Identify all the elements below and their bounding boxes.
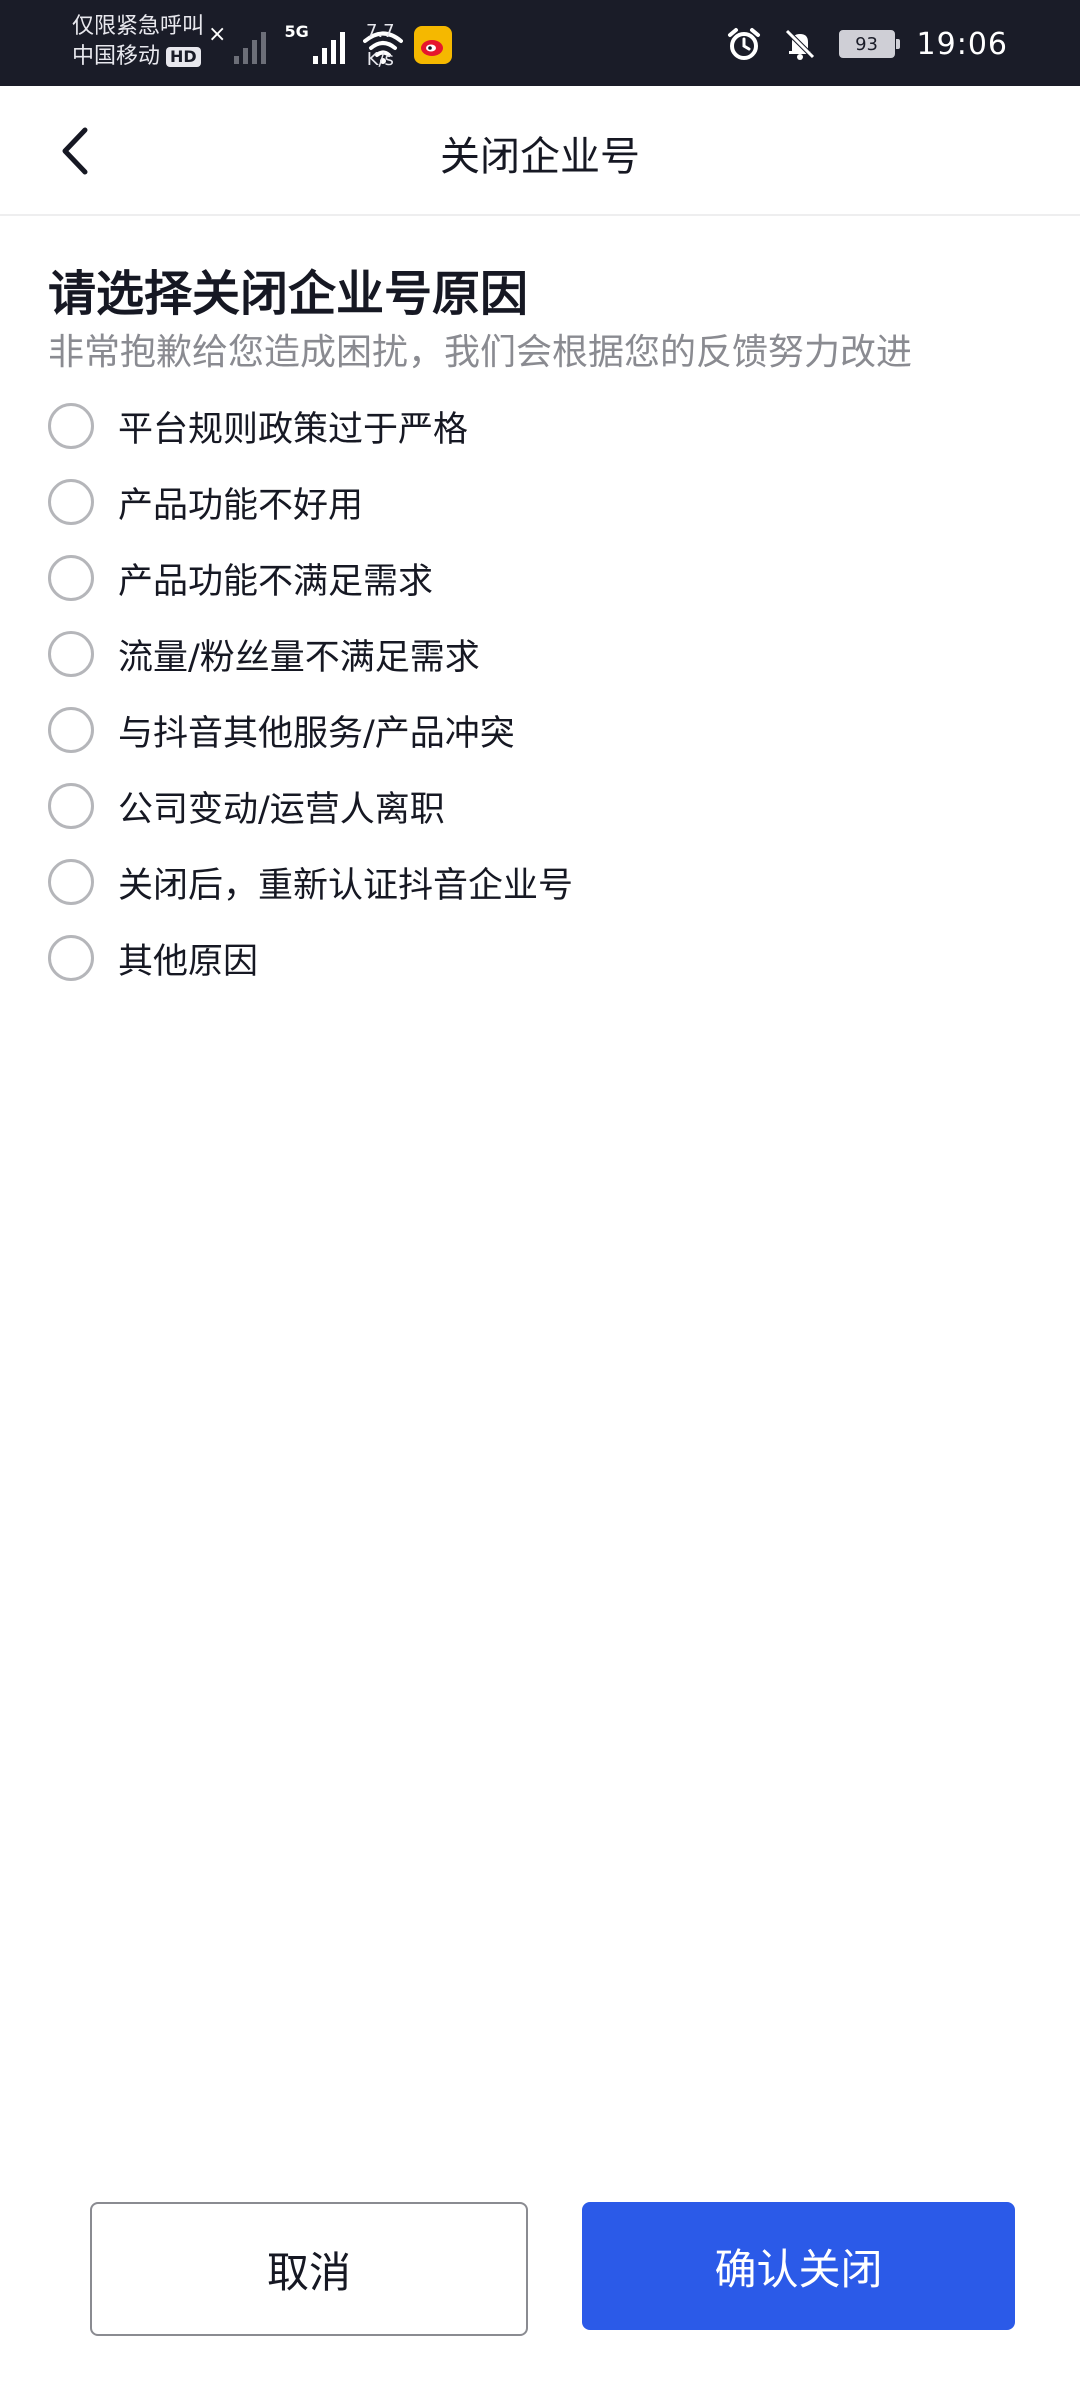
radio-button[interactable]: [48, 859, 94, 905]
option-label: 平台规则政策过于严格: [118, 409, 469, 450]
battery-icon: 93: [838, 30, 900, 58]
emergency-only-text: 仅限紧急呼叫: [72, 14, 205, 39]
radio-button[interactable]: [48, 707, 94, 753]
hd-badge: HD: [166, 47, 201, 67]
option-label: 与抖音其他服务/产品冲突: [118, 713, 515, 754]
signal-icon: [312, 28, 345, 64]
reason-option-recertify[interactable]: 关闭后，重新认证抖音企业号: [48, 844, 1032, 920]
section-heading: 请选择关闭企业号原因: [48, 266, 529, 322]
reason-option-features-insufficient[interactable]: 产品功能不满足需求: [48, 540, 1032, 616]
speed-value: 7.7: [366, 21, 395, 42]
mute-icon: [784, 29, 815, 60]
radio-button[interactable]: [48, 783, 94, 829]
signal-icon: [234, 28, 267, 64]
speed-unit: K/s: [366, 49, 394, 70]
radio-button[interactable]: [48, 935, 94, 981]
radio-button[interactable]: [48, 479, 94, 525]
alarm-icon: [727, 28, 760, 60]
option-label: 公司变动/运营人离职: [118, 789, 445, 830]
battery-level: 93: [855, 33, 878, 55]
status-icons-right: 93 19:06: [727, 22, 1008, 66]
no-signal-icon: ×: [208, 22, 227, 47]
reason-option-service-conflict[interactable]: 与抖音其他服务/产品冲突: [48, 692, 1032, 768]
network-speed: 7.7 K/s: [366, 18, 395, 74]
carrier-info: 仅限紧急呼叫 中国移动 HD: [72, 12, 204, 72]
page-title: 关闭企业号: [440, 134, 640, 180]
reason-option-strict-policy[interactable]: 平台规则政策过于严格: [48, 388, 1032, 464]
option-label: 流量/粉丝量不满足需求: [118, 637, 480, 678]
cancel-button[interactable]: 取消: [90, 2202, 528, 2336]
option-label: 产品功能不好用: [118, 485, 364, 526]
option-label: 关闭后，重新认证抖音企业号: [118, 865, 574, 906]
status-bar: 仅限紧急呼叫 中国移动 HD × 5G 7.7 K/s 93 19:06: [0, 0, 1080, 86]
clock: 19:06: [916, 26, 1008, 62]
reason-options: 平台规则政策过于严格 产品功能不好用 产品功能不满足需求 流量/粉丝量不满足需求…: [48, 388, 1032, 996]
radio-button[interactable]: [48, 555, 94, 601]
reason-option-hard-to-use[interactable]: 产品功能不好用: [48, 464, 1032, 540]
reason-option-traffic-insufficient[interactable]: 流量/粉丝量不满足需求: [48, 616, 1032, 692]
carrier-name: 中国移动: [72, 44, 161, 69]
reason-option-other[interactable]: 其他原因: [48, 920, 1032, 996]
close-reason-section: 请选择关闭企业号原因 非常抱歉给您造成困扰，我们会根据您的反馈努力改进 平台规则…: [48, 262, 1032, 996]
reason-option-company-change[interactable]: 公司变动/运营人离职: [48, 768, 1032, 844]
nav-bar: 关闭企业号: [0, 86, 1080, 216]
radio-button[interactable]: [48, 403, 94, 449]
option-label: 其他原因: [118, 941, 259, 982]
carrier-row: 中国移动 HD: [72, 42, 204, 72]
section-subheading: 非常抱歉给您造成困扰，我们会根据您的反馈努力改进: [48, 332, 913, 373]
network-type-label: 5G: [284, 22, 309, 41]
option-label: 产品功能不满足需求: [118, 561, 434, 602]
weibo-icon: [414, 26, 452, 64]
confirm-close-button[interactable]: 确认关闭: [582, 2202, 1015, 2330]
radio-button[interactable]: [48, 631, 94, 677]
